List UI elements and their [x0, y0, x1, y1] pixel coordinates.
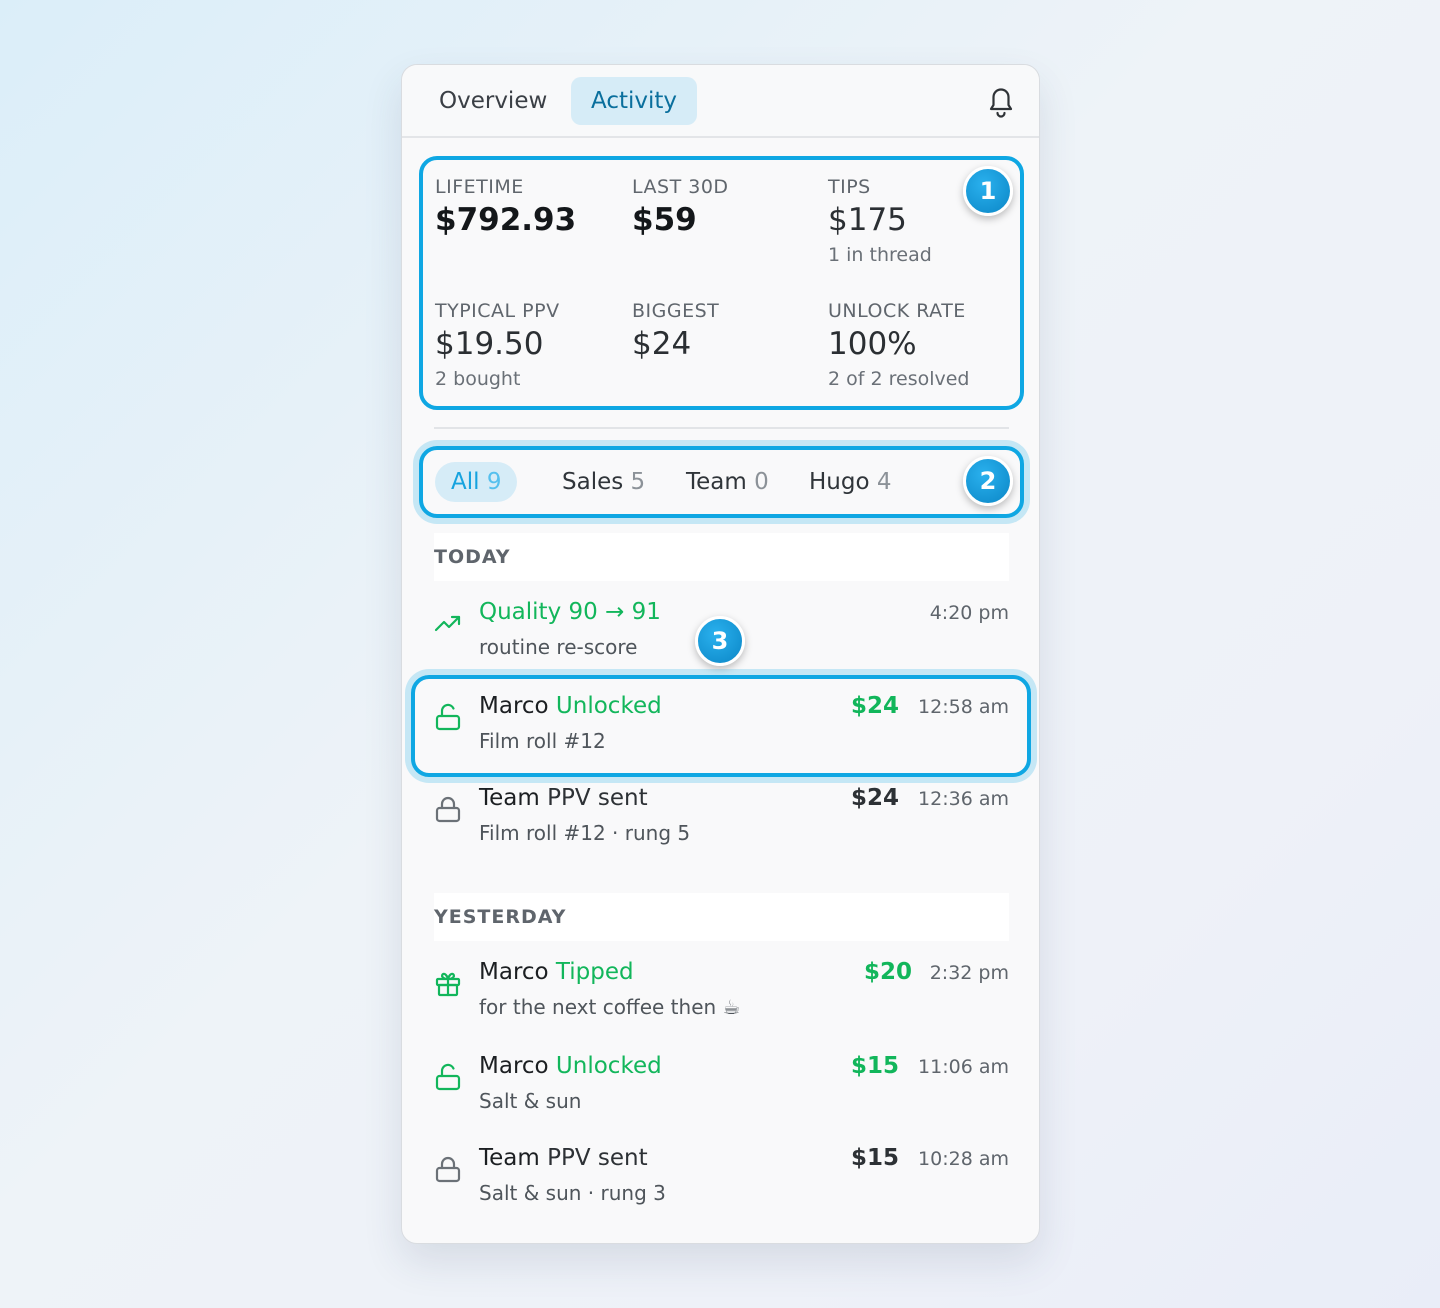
filter-hugo[interactable]: Hugo 4 — [793, 462, 908, 502]
lock-icon — [435, 1156, 461, 1183]
row-description: Film roll #12 · rung 5 — [479, 821, 691, 845]
filter-team[interactable]: Team 0 — [670, 462, 785, 502]
stat-label: TIPS — [828, 176, 871, 198]
row-amount: $24 — [850, 785, 899, 811]
stat-typical-ppv: TYPICAL PPV $19.50 2 bought — [435, 300, 560, 390]
stat-value: $175 — [828, 202, 907, 238]
tab-overview[interactable]: Overview — [419, 77, 567, 125]
stat-last-30d: LAST 30D $59 — [632, 176, 729, 238]
row-description: Salt & sun — [479, 1089, 582, 1113]
filter-all[interactable]: All 9 — [435, 462, 518, 502]
stat-label: UNLOCK RATE — [828, 300, 966, 322]
row-description: routine re-score — [479, 635, 638, 659]
stat-value: $59 — [632, 202, 697, 238]
activity-row[interactable]: Team PPV sent Salt & sun · rung 3 $15 10… — [434, 1145, 1009, 1225]
stat-value: $24 — [632, 326, 692, 362]
stat-value: 100% — [828, 326, 917, 362]
stat-label: LAST 30D — [632, 176, 729, 198]
activity-card: Overview Activity LIFETIME $792.93 LAST … — [401, 64, 1040, 1244]
stat-unlock-rate: UNLOCK RATE 100% 2 of 2 resolved — [828, 300, 970, 390]
unlocked-icon — [435, 703, 461, 731]
row-title: Team PPV sent — [479, 1145, 648, 1171]
row-title: Marco Unlocked — [479, 1053, 662, 1079]
divider — [434, 427, 1009, 429]
activity-row[interactable]: Marco Unlocked Salt & sun $15 11:06 am — [434, 1053, 1009, 1133]
tab-activity[interactable]: Activity — [571, 77, 698, 125]
row-description: Film roll #12 — [479, 729, 606, 753]
row-title: Quality 90 → 91 — [479, 599, 661, 625]
section-header-today: TODAY — [434, 533, 1009, 581]
stat-value: $792.93 — [435, 202, 577, 238]
row-title: Marco Tipped — [479, 959, 634, 985]
row-time: 11:06 am — [918, 1056, 1009, 1078]
unlocked-icon — [435, 1063, 461, 1091]
stat-sub: 2 bought — [435, 368, 521, 390]
stat-label: TYPICAL PPV — [435, 300, 560, 322]
row-amount: $15 — [850, 1145, 899, 1171]
row-title: Team PPV sent — [479, 785, 648, 811]
stat-label: LIFETIME — [435, 176, 524, 198]
row-title: Marco Unlocked — [479, 693, 662, 719]
row-amount: $15 — [850, 1053, 899, 1079]
row-description: for the next coffee then ☕ — [479, 995, 741, 1019]
activity-row[interactable]: Team PPV sent Film roll #12 · rung 5 $24… — [434, 785, 1009, 865]
row-time: 10:28 am — [918, 1148, 1009, 1170]
stat-sub: 1 in thread — [828, 244, 932, 266]
gift-icon — [435, 972, 461, 997]
stat-label: BIGGEST — [632, 300, 720, 322]
tab-bar: Overview Activity — [402, 65, 1039, 138]
row-amount: $20 — [863, 959, 912, 985]
lock-icon — [435, 796, 461, 823]
row-time: 2:32 pm — [929, 962, 1009, 984]
bell-icon[interactable] — [985, 83, 1017, 119]
callout-badge-1: 1 — [963, 166, 1013, 216]
callout-badge-2: 2 — [963, 456, 1013, 506]
filter-bar: All 9 Sales 5 Team 0 Hugo 4 — [419, 446, 1024, 518]
row-time: 4:20 pm — [929, 602, 1009, 624]
row-time: 12:36 am — [918, 788, 1009, 810]
stat-value: $19.50 — [435, 326, 544, 362]
stats-panel: LIFETIME $792.93 LAST 30D $59 TIPS $175 … — [419, 156, 1024, 410]
section-header-yesterday: YESTERDAY — [434, 893, 1009, 941]
activity-row[interactable]: Marco Tipped for the next coffee then ☕ … — [434, 959, 1009, 1039]
filter-sales[interactable]: Sales 5 — [546, 462, 661, 502]
stat-biggest: BIGGEST $24 — [632, 300, 719, 362]
row-amount: $24 — [850, 693, 899, 719]
stat-tips: TIPS $175 1 in thread — [828, 176, 932, 266]
row-description: Salt & sun · rung 3 — [479, 1181, 666, 1205]
trending-up-icon — [434, 615, 461, 632]
activity-row[interactable]: Marco Unlocked Film roll #12 $24 12:58 a… — [434, 693, 1009, 773]
callout-badge-3: 3 — [695, 616, 745, 666]
stat-sub: 2 of 2 resolved — [828, 368, 970, 390]
stat-lifetime: LIFETIME $792.93 — [435, 176, 576, 238]
row-time: 12:58 am — [918, 696, 1009, 718]
